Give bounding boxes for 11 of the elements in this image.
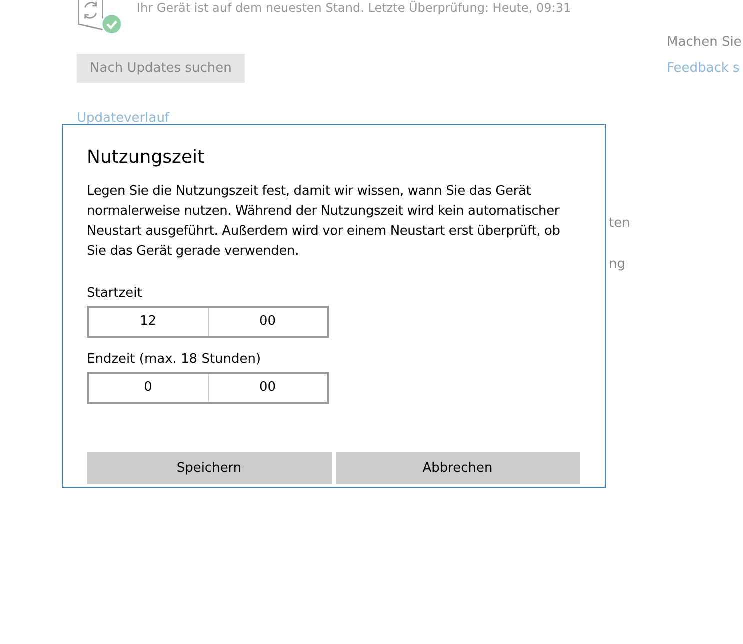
dialog-button[interactable]: Abbrechen — [336, 452, 580, 484]
text-fragment: ten — [609, 216, 632, 233]
field-label: Startzeit — [87, 286, 144, 303]
dialog-title: Nutzungszeit — [87, 147, 206, 168]
dialog-description: Legen Sie die Nutzungszeit fest, damit wir wissen, wann Sie das Gerät normalerweise nutzen. Während der Nutzungszeit wird kein automatischer Neustart ausgeführt. Außerdem wird vor einem Neustart erst überprüft, ob Sie das Gerät gerade verwenden. — [87, 183, 562, 261]
text-fragment: ng — [609, 257, 626, 274]
dialog-button[interactable]: Speichern — [87, 452, 332, 484]
side-heading: Machen Sie — [667, 35, 742, 50]
status-text: Ihr Gerät ist auf dem neuesten Stand. Letzte Überprüfung: Heute, 09:31 — [137, 1, 572, 17]
update-status-icon — [77, 0, 123, 36]
field-label: Endzeit (max. 18 Stunden) — [87, 352, 262, 369]
